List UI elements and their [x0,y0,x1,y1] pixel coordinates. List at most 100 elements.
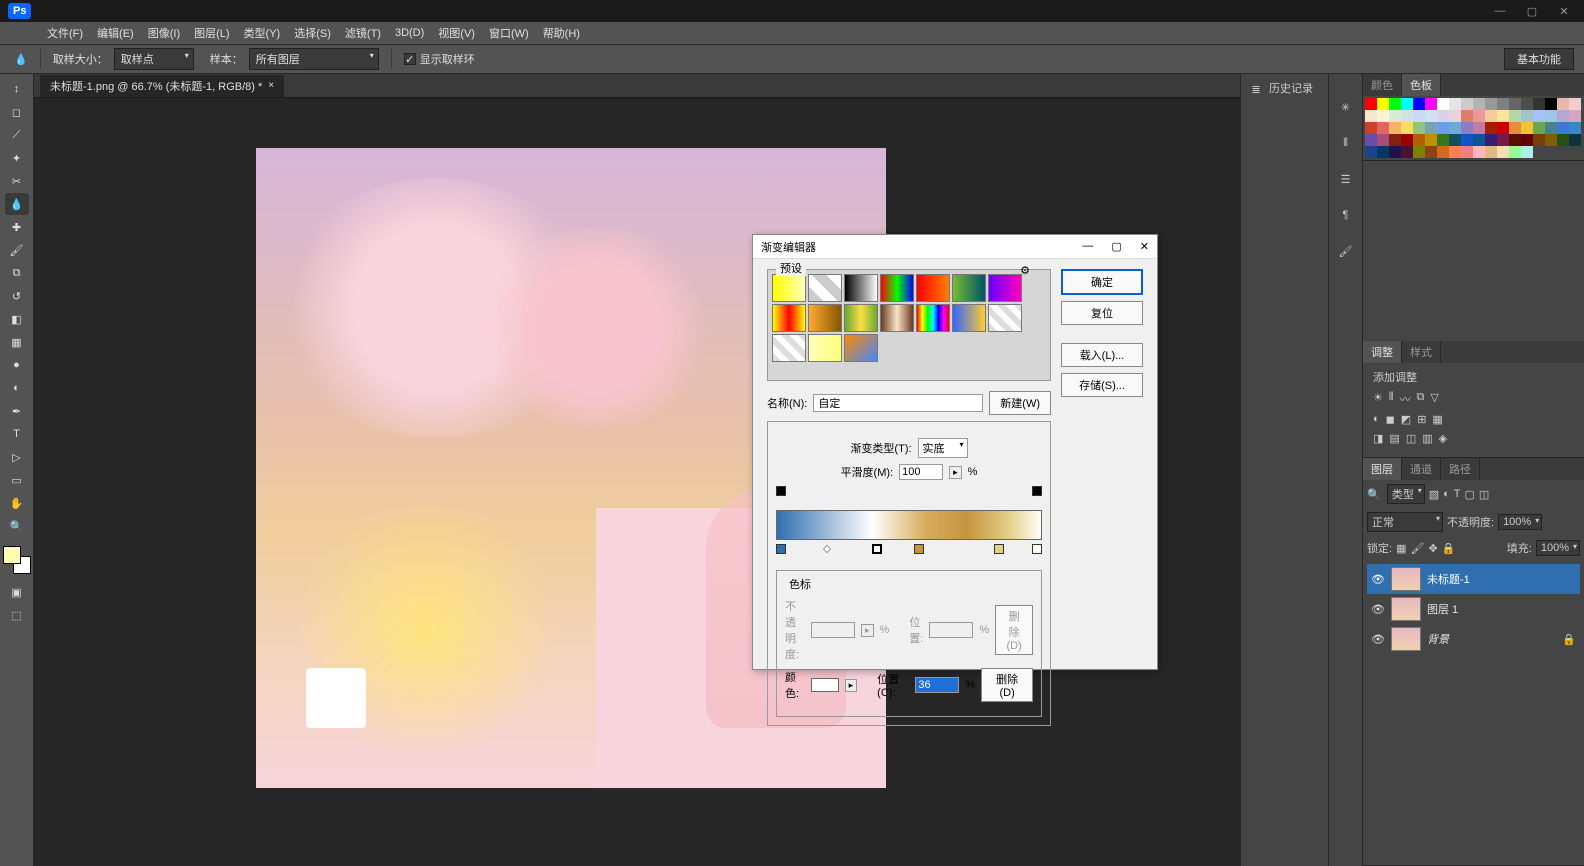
gradient-tool[interactable]: ▦ [5,331,29,353]
swatch[interactable] [1377,110,1389,122]
gradient-bar[interactable] [776,510,1042,540]
bw-icon[interactable]: ◼ [1386,413,1395,426]
opacity-stop[interactable] [776,486,786,496]
swatch[interactable] [1485,110,1497,122]
blur-tool[interactable]: ● [5,354,29,376]
tab-color[interactable]: 颜色 [1363,74,1402,96]
swatch[interactable] [1401,110,1413,122]
dialog-titlebar[interactable]: 渐变编辑器 — ▢ ✕ [753,235,1157,259]
swatch[interactable] [1497,146,1509,158]
screenmode-toggle[interactable]: ⬚ [5,604,29,626]
menu-edit[interactable]: 编辑(E) [90,25,141,41]
swatch[interactable] [1509,122,1521,134]
swatch[interactable] [1533,122,1545,134]
swatch[interactable] [1521,110,1533,122]
tab-styles[interactable]: 样式 [1402,341,1441,363]
wand-tool[interactable]: ✦ [5,147,29,169]
swatch[interactable] [1557,122,1569,134]
color-swatches[interactable] [3,546,31,574]
swatch[interactable] [1425,134,1437,146]
swatch[interactable] [1401,146,1413,158]
foreground-color-swatch[interactable] [3,546,21,564]
layer-filter-kind[interactable]: 类型 [1387,484,1425,504]
gradient-preset[interactable] [880,304,914,332]
stamp-tool[interactable]: ⧉ [5,262,29,284]
swatch[interactable] [1545,98,1557,110]
swatch[interactable] [1437,134,1449,146]
swatch[interactable] [1401,122,1413,134]
dodge-tool[interactable]: ◐ [5,377,29,399]
smoothness-stepper[interactable]: ▸ [949,466,962,479]
swatch[interactable] [1365,122,1377,134]
tab-adjustments[interactable]: 调整 [1363,341,1402,363]
dialog-close-icon[interactable]: ✕ [1140,240,1149,253]
swatch[interactable] [1449,134,1461,146]
workspace-switcher[interactable]: 基本功能 [1504,48,1574,70]
swatch[interactable] [1473,134,1485,146]
lock-all-icon[interactable]: 🔒 [1442,542,1456,555]
menu-help[interactable]: 帮助(H) [536,25,587,41]
filter-shape-icon[interactable]: ▢ [1465,488,1475,501]
swatch[interactable] [1413,134,1425,146]
tab-paths[interactable]: 路径 [1441,458,1480,480]
sample-dropdown[interactable]: 所有图层 [249,48,379,70]
hand-tool[interactable]: ✋ [5,492,29,514]
swatch[interactable] [1437,122,1449,134]
swatch[interactable] [1377,146,1389,158]
sample-size-dropdown[interactable]: 取样点 [114,48,194,70]
swatch[interactable] [1569,134,1581,146]
swatch[interactable] [1545,134,1557,146]
move-tool[interactable]: ↕ [5,78,29,100]
gradient-preset[interactable] [880,274,914,302]
vibrance-icon[interactable]: ▽ [1430,391,1438,407]
menu-window[interactable]: 窗口(W) [482,25,536,41]
color-stop-selected[interactable] [872,544,882,554]
swatch[interactable] [1389,122,1401,134]
swatch[interactable] [1557,134,1569,146]
menu-view[interactable]: 视图(V) [431,25,482,41]
brush-tool[interactable]: 🖌 [5,239,29,261]
name-input[interactable] [813,394,983,412]
new-button[interactable]: 新建(W) [989,391,1051,415]
swatch[interactable] [1413,98,1425,110]
gradient-preset[interactable] [988,304,1022,332]
levels-icon[interactable]: ⫴ [1389,391,1394,407]
gradient-map-icon[interactable]: ▥ [1422,432,1432,445]
swatch[interactable] [1509,146,1521,158]
gradient-preset[interactable] [808,274,842,302]
eraser-tool[interactable]: ◧ [5,308,29,330]
minimize-button[interactable]: — [1488,3,1512,19]
selective-color-icon[interactable]: ◈ [1439,432,1447,445]
stop-location2-input[interactable] [915,677,959,693]
ok-button[interactable]: 确定 [1061,269,1143,295]
opacity-value[interactable]: 100% [1498,514,1542,530]
dialog-minimize-icon[interactable]: — [1082,240,1093,253]
delete-color-stop-button[interactable]: 删除(D) [981,668,1033,702]
swatch[interactable] [1473,122,1485,134]
layer-thumbnail[interactable] [1391,627,1421,651]
menu-type[interactable]: 类型(Y) [237,25,288,41]
shape-tool[interactable]: ▭ [5,469,29,491]
history-brush-tool[interactable]: ↺ [5,285,29,307]
visibility-icon[interactable]: 👁 [1371,603,1385,616]
history-icon[interactable]: ≣ [1247,80,1265,98]
layer-thumbnail[interactable] [1391,597,1421,621]
opacity-stop[interactable] [1032,486,1042,496]
gradient-preset[interactable] [916,304,950,332]
menu-select[interactable]: 选择(S) [287,25,338,41]
curves-icon[interactable]: 〰 [1400,391,1411,407]
color-stop[interactable] [1032,544,1042,554]
swatch[interactable] [1413,122,1425,134]
type-tool[interactable]: T [5,423,29,445]
smoothness-input[interactable] [899,464,943,480]
swatch[interactable] [1509,98,1521,110]
menu-3d[interactable]: 3D(D) [388,27,431,39]
swatch[interactable] [1545,110,1557,122]
photo-filter-icon[interactable]: ◩ [1401,413,1411,426]
swatch[interactable] [1473,146,1485,158]
pen-tool[interactable]: ✒ [5,400,29,422]
filter-type-icon[interactable]: T [1454,488,1461,500]
stop-color-chip[interactable] [811,678,839,692]
swatch[interactable] [1485,146,1497,158]
swatch[interactable] [1461,110,1473,122]
